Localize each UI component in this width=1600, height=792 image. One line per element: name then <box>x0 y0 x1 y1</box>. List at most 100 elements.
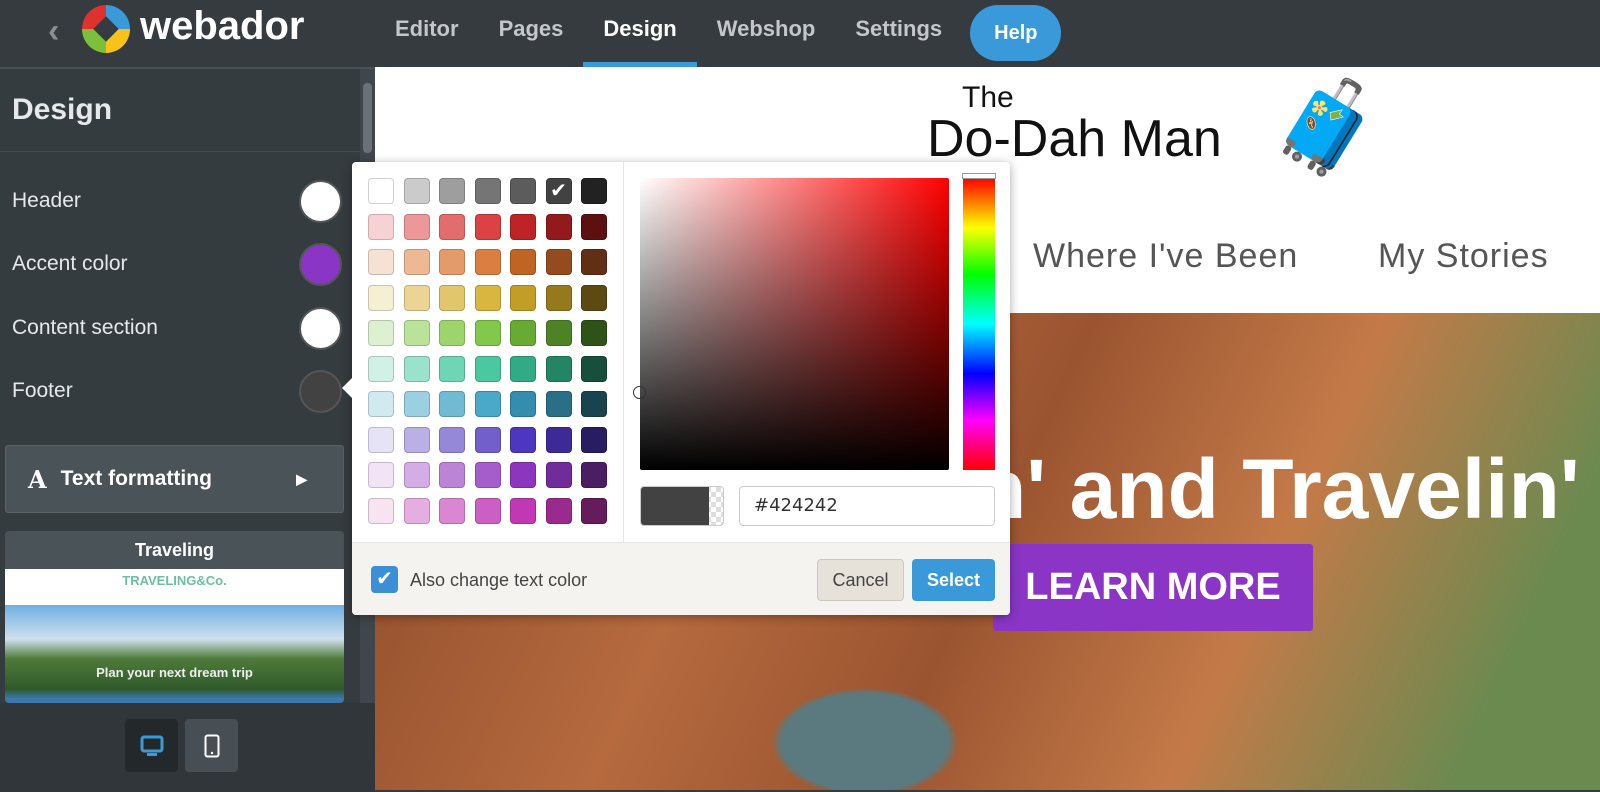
color-swatch[interactable] <box>403 391 430 417</box>
color-swatch[interactable] <box>474 320 501 346</box>
color-row-header[interactable]: Header <box>12 179 342 223</box>
saturation-value-area[interactable] <box>633 178 949 470</box>
color-swatch[interactable] <box>439 213 465 240</box>
color-swatch[interactable] <box>581 462 607 488</box>
help-button[interactable]: Help <box>970 4 1062 61</box>
hue-slider[interactable] <box>962 173 996 470</box>
color-swatch[interactable] <box>510 213 536 240</box>
color-swatch[interactable] <box>368 497 394 524</box>
color-swatch[interactable] <box>439 497 465 524</box>
color-swatch[interactable] <box>368 213 394 240</box>
hex-input[interactable]: #424242 <box>739 486 995 526</box>
site-title[interactable]: The Do-Dah Man <box>927 83 1222 166</box>
color-swatch[interactable] <box>439 178 465 204</box>
color-swatch[interactable] <box>581 426 607 453</box>
color-swatch[interactable] <box>510 462 536 488</box>
color-swatch-content[interactable] <box>299 306 342 350</box>
nav-settings[interactable]: Settings <box>835 0 962 67</box>
color-swatch[interactable] <box>439 284 465 311</box>
color-swatch[interactable] <box>510 426 536 453</box>
color-swatch[interactable] <box>545 355 572 382</box>
color-row-footer[interactable]: Footer <box>12 369 342 413</box>
color-swatch[interactable] <box>474 178 501 204</box>
theme-card[interactable]: Traveling TRAVELING&Co. Plan your next d… <box>5 531 344 703</box>
color-row-accent[interactable]: Accent color <box>12 242 342 286</box>
color-swatch[interactable] <box>403 178 430 204</box>
color-swatch[interactable] <box>545 249 572 275</box>
color-swatch[interactable] <box>510 497 536 524</box>
also-change-text-label[interactable]: Also change text color <box>410 570 587 591</box>
color-swatch[interactable] <box>545 462 572 488</box>
back-chevron-icon[interactable]: ‹ <box>48 12 59 51</box>
color-swatch[interactable] <box>545 284 572 311</box>
color-swatch[interactable] <box>368 178 394 204</box>
color-swatch[interactable] <box>403 284 430 311</box>
color-swatch[interactable] <box>439 355 465 382</box>
color-swatch[interactable] <box>368 320 394 346</box>
color-swatch-accent[interactable] <box>299 242 342 286</box>
color-swatch[interactable] <box>581 355 607 382</box>
color-swatch[interactable] <box>368 462 394 488</box>
color-swatch[interactable] <box>545 320 572 346</box>
color-swatch-footer[interactable] <box>299 369 342 413</box>
nav-design[interactable]: Design <box>583 0 698 67</box>
text-formatting-button[interactable]: A Text formatting ▶ <box>5 445 344 513</box>
color-swatch[interactable] <box>581 391 607 417</box>
color-swatch[interactable] <box>368 426 394 453</box>
nav-editor[interactable]: Editor <box>375 0 479 67</box>
color-swatch[interactable] <box>510 249 536 275</box>
color-swatch[interactable] <box>581 284 607 311</box>
also-change-text-checkbox[interactable]: ✔ <box>371 566 398 593</box>
color-swatch[interactable] <box>581 213 607 240</box>
color-row-content[interactable]: Content section <box>12 306 342 350</box>
color-swatch[interactable] <box>368 355 394 382</box>
color-swatch[interactable] <box>474 391 501 417</box>
color-swatch[interactable] <box>510 284 536 311</box>
color-swatch[interactable] <box>368 391 394 417</box>
color-swatch[interactable] <box>545 497 572 524</box>
select-button[interactable]: Select <box>912 559 995 601</box>
desktop-view-button[interactable] <box>125 719 178 772</box>
sv-cursor[interactable] <box>633 386 646 399</box>
color-swatch[interactable] <box>545 426 572 453</box>
color-swatch[interactable] <box>439 320 465 346</box>
color-swatch[interactable] <box>403 462 430 488</box>
scroll-thumb[interactable] <box>363 83 372 153</box>
menu-item-stories[interactable]: My Stories <box>1378 237 1549 276</box>
color-swatch-selected[interactable]: ✔ <box>545 178 572 204</box>
color-swatch[interactable] <box>510 391 536 417</box>
color-swatch[interactable] <box>545 391 572 417</box>
color-swatch[interactable] <box>474 284 501 311</box>
color-swatch[interactable] <box>368 249 394 275</box>
nav-pages[interactable]: Pages <box>479 0 584 67</box>
color-swatch[interactable] <box>581 249 607 275</box>
color-swatch[interactable] <box>581 497 607 524</box>
color-swatch[interactable] <box>474 497 501 524</box>
color-swatch[interactable] <box>581 178 607 204</box>
color-swatch[interactable] <box>439 426 465 453</box>
color-swatch[interactable] <box>474 355 501 382</box>
color-swatch[interactable] <box>403 249 430 275</box>
color-swatch[interactable] <box>581 320 607 346</box>
color-swatch[interactable] <box>474 462 501 488</box>
color-swatch[interactable] <box>403 497 430 524</box>
color-swatch[interactable] <box>510 355 536 382</box>
color-swatch[interactable] <box>510 178 536 204</box>
color-swatch-header[interactable] <box>299 179 342 223</box>
color-swatch[interactable] <box>545 213 572 240</box>
color-swatch[interactable] <box>403 320 430 346</box>
learn-more-button[interactable]: LEARN MORE <box>993 544 1313 631</box>
color-swatch[interactable] <box>403 213 430 240</box>
color-swatch[interactable] <box>439 391 465 417</box>
color-swatch[interactable] <box>474 426 501 453</box>
color-swatch[interactable] <box>474 213 501 240</box>
hue-handle[interactable] <box>962 173 996 179</box>
color-swatch[interactable] <box>403 426 430 453</box>
color-swatch[interactable] <box>439 462 465 488</box>
mobile-view-button[interactable] <box>185 719 238 772</box>
menu-item-where[interactable]: Where I've Been <box>1033 237 1298 276</box>
cancel-button[interactable]: Cancel <box>817 559 904 601</box>
nav-webshop[interactable]: Webshop <box>697 0 836 67</box>
color-swatch[interactable] <box>368 284 394 311</box>
color-swatch[interactable] <box>510 320 536 346</box>
